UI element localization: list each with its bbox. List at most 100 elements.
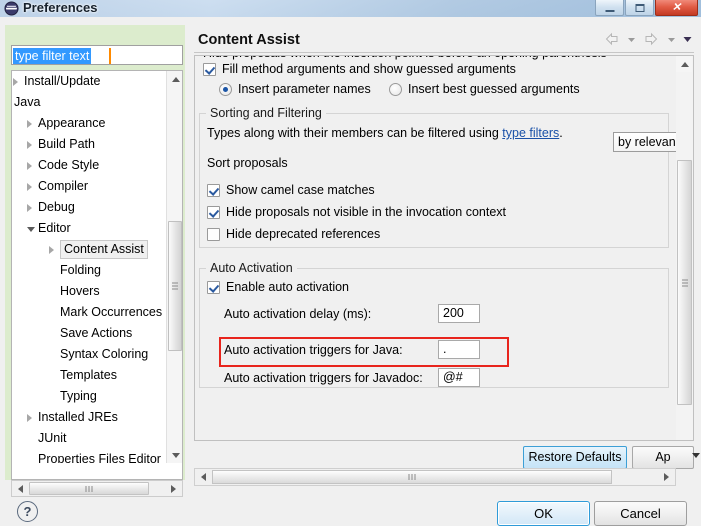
chevron-right-icon[interactable]	[27, 162, 32, 170]
content-hscroll-thumb[interactable]	[212, 470, 612, 484]
ok-button[interactable]: OK	[497, 501, 590, 526]
scroll-left-icon[interactable]	[12, 481, 28, 496]
chevron-down-icon[interactable]	[27, 227, 35, 232]
sidebar-item-label: Syntax Coloring	[60, 344, 148, 365]
help-question-icon[interactable]: ?	[17, 501, 38, 522]
insert-best-guessed-radio[interactable]	[389, 83, 402, 96]
minimize-button[interactable]	[595, 0, 624, 16]
sidebar-item-templates[interactable]: Templates	[12, 365, 167, 386]
thumb-grip-icon	[172, 283, 178, 290]
sidebar-item-syntax-coloring[interactable]: Syntax Coloring	[12, 344, 167, 365]
sidebar-item-properties-files-editor[interactable]: Properties Files Editor	[12, 449, 167, 463]
scroll-up-icon[interactable]	[167, 71, 183, 87]
sidebar-item-install-update[interactable]: Install/Update	[12, 71, 167, 92]
auto-activation-delay-input[interactable]: 200	[438, 304, 480, 323]
sidebar: type filter text Install/UpdateJavaAppea…	[5, 25, 185, 480]
sidebar-item-content-assist[interactable]: Content Assist	[12, 239, 167, 260]
sidebar-item-label: Mark Occurrences	[60, 302, 162, 323]
scroll-right-icon[interactable]	[166, 481, 182, 496]
tree-scroll-thumb[interactable]	[168, 221, 182, 351]
chevron-right-icon[interactable]	[27, 414, 32, 422]
preferences-dialog: Preferences ✕ type filter text Install/U…	[0, 0, 701, 525]
sidebar-item-debug[interactable]: Debug	[12, 197, 167, 218]
tree-hscroll-thumb[interactable]	[29, 482, 149, 495]
sidebar-item-build-path[interactable]: Build Path	[12, 134, 167, 155]
fill-method-arguments-checkbox[interactable]	[203, 63, 216, 76]
sort-proposals-value: by relevance	[618, 135, 678, 149]
scroll-right-icon[interactable]	[659, 469, 675, 484]
apply-button[interactable]: Ap	[632, 446, 694, 469]
search-input[interactable]: type filter text	[13, 48, 91, 64]
cancel-button[interactable]: Cancel	[594, 501, 687, 526]
tree-items-container: Install/UpdateJavaAppearanceBuild PathCo…	[12, 71, 167, 463]
sidebar-item-label: JUnit	[38, 428, 66, 449]
dialog-body: type filter text Install/UpdateJavaAppea…	[0, 17, 701, 525]
close-button[interactable]: ✕	[655, 0, 698, 16]
show-camel-case-label: Show camel case matches	[226, 183, 375, 197]
chevron-right-icon[interactable]	[13, 78, 18, 86]
page-navigation-toolbar	[601, 30, 693, 50]
sidebar-item-junit[interactable]: JUnit	[12, 428, 167, 449]
clipped-setting-row: Hide proposals when the insertion point …	[203, 56, 663, 61]
sidebar-item-appearance[interactable]: Appearance	[12, 113, 167, 134]
forward-arrow-icon[interactable]	[642, 30, 660, 48]
title-separator	[194, 52, 694, 53]
auto-activation-group: Auto Activation Enable auto activation A…	[199, 268, 669, 388]
content-vertical-scrollbar[interactable]	[676, 56, 693, 440]
back-arrow-icon[interactable]	[603, 30, 621, 48]
restore-defaults-button[interactable]: Restore Defaults	[523, 446, 627, 469]
sidebar-item-java[interactable]: Java	[12, 92, 167, 113]
type-filters-description: Types along with their members can be fi…	[207, 126, 563, 140]
insert-parameter-names-radio[interactable]	[219, 83, 232, 96]
settings-content: Hide proposals when the insertion point …	[195, 56, 678, 441]
title-bar: Preferences ✕	[0, 0, 701, 17]
chevron-right-icon[interactable]	[27, 183, 32, 191]
preferences-tree[interactable]: Install/UpdateJavaAppearanceBuild PathCo…	[11, 70, 183, 480]
sidebar-item-hovers[interactable]: Hovers	[12, 281, 167, 302]
view-menu-icon[interactable]	[682, 30, 693, 48]
scroll-left-icon[interactable]	[195, 469, 211, 484]
sidebar-item-label: Java	[14, 92, 40, 113]
maximize-button[interactable]	[625, 0, 654, 16]
tree-horizontal-scrollbar[interactable]	[11, 480, 183, 497]
sidebar-item-label: Folding	[60, 260, 101, 281]
content-horizontal-scrollbar[interactable]	[194, 468, 676, 486]
content-scroll-thumb[interactable]	[677, 160, 692, 405]
chevron-right-icon[interactable]	[49, 246, 54, 254]
sidebar-item-typing[interactable]: Typing	[12, 386, 167, 407]
sidebar-item-editor[interactable]: Editor	[12, 218, 167, 239]
sidebar-item-folding[interactable]: Folding	[12, 260, 167, 281]
type-filters-description-prefix: Types along with their members can be fi…	[207, 126, 502, 140]
show-camel-case-checkbox[interactable]	[207, 184, 220, 197]
hide-non-visible-proposals-checkbox[interactable]	[207, 206, 220, 219]
enable-auto-activation-label: Enable auto activation	[226, 280, 349, 294]
scroll-up-icon[interactable]	[676, 56, 692, 72]
sort-proposals-dropdown[interactable]: by relevance	[613, 132, 678, 152]
thumb-grip-icon	[86, 486, 93, 492]
type-filters-link[interactable]: type filters	[502, 126, 559, 140]
hide-deprecated-references-checkbox[interactable]	[207, 228, 220, 241]
forward-dropdown-chevron-down-icon[interactable]	[666, 30, 677, 48]
hide-non-visible-proposals-label: Hide proposals not visible in the invoca…	[226, 205, 506, 219]
chevron-right-icon[interactable]	[27, 204, 32, 212]
tree-vertical-scrollbar[interactable]	[166, 71, 182, 463]
sidebar-item-compiler[interactable]: Compiler	[12, 176, 167, 197]
enable-auto-activation-checkbox[interactable]	[207, 281, 220, 294]
sidebar-item-label: Content Assist	[60, 240, 148, 259]
chevron-right-icon[interactable]	[27, 141, 32, 149]
sidebar-item-label: Editor	[38, 218, 71, 239]
sidebar-item-save-actions[interactable]: Save Actions	[12, 323, 167, 344]
back-dropdown-chevron-down-icon[interactable]	[626, 30, 637, 48]
auto-activation-triggers-javadoc-input[interactable]: @#	[438, 368, 480, 387]
window-title: Preferences	[23, 0, 97, 17]
sidebar-item-code-style[interactable]: Code Style	[12, 155, 167, 176]
filter-input-wrapper[interactable]: type filter text	[11, 45, 183, 65]
sort-proposals-label: Sort proposals	[207, 156, 288, 170]
sidebar-item-installed-jres[interactable]: Installed JREs	[12, 407, 167, 428]
sidebar-item-mark-occurrences[interactable]: Mark Occurrences	[12, 302, 167, 323]
apply-overflow-chevron-down-icon[interactable]	[692, 453, 700, 458]
chevron-right-icon[interactable]	[27, 120, 32, 128]
sidebar-item-label: Install/Update	[24, 71, 100, 92]
group-line-right	[316, 113, 668, 114]
scroll-down-icon[interactable]	[167, 447, 183, 463]
